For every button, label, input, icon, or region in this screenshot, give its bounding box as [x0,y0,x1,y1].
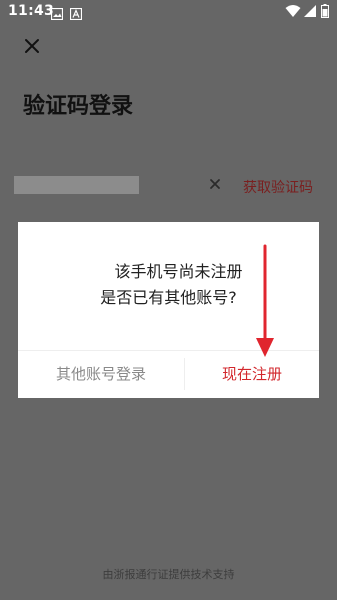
phone-input[interactable] [14,176,139,194]
register-now-button[interactable]: 现在注册 [185,350,319,398]
close-icon [25,39,39,53]
signal-icon [303,3,317,22]
wifi-icon [285,3,301,22]
clear-button[interactable] [207,176,223,192]
battery-icon [321,3,329,22]
dialog-message-line-1: 该手机号尚未注册 [114,262,243,281]
page-title: 验证码登录 [23,94,134,119]
footer-text: 由浙报通行证提供技术支持 [102,568,235,581]
status-bar: 11:43 [0,0,337,24]
close-button[interactable] [20,34,44,58]
dialog-message-line-2: 是否已有其他账号? [100,288,237,307]
clear-icon [210,179,220,189]
unregistered-dialog: 该手机号尚未注册 是否已有其他账号? 其他账号登录 现在注册 [18,222,319,398]
get-code-button[interactable]: 获取验证码 [243,177,313,197]
status-time: 11:43 [8,3,55,19]
image-icon [50,5,64,21]
other-account-login-button[interactable]: 其他账号登录 [18,350,184,398]
text-a-icon [69,5,83,21]
